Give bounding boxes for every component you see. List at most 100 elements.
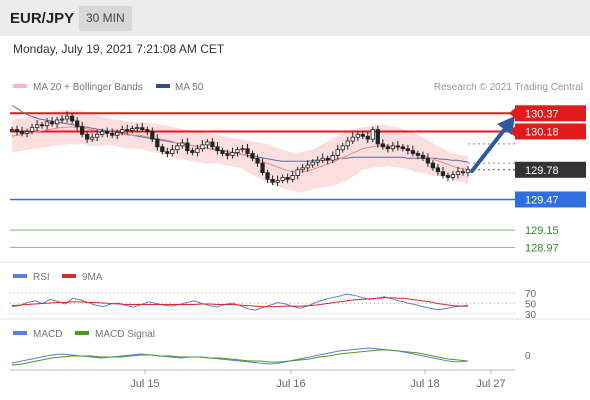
candle-body <box>255 157 260 164</box>
candle-body <box>90 136 95 140</box>
candle-body <box>69 115 75 122</box>
candle-body <box>34 124 40 129</box>
candle-body <box>450 174 456 178</box>
candle-body <box>145 129 150 132</box>
candle-body <box>415 153 421 156</box>
candle-body <box>49 121 55 125</box>
rsi-tick-label: 70 <box>525 289 537 300</box>
candle-body <box>275 179 280 183</box>
macd-panel: 0 <box>11 347 531 366</box>
candle-body <box>14 129 20 132</box>
rsi-ma-line <box>11 297 468 308</box>
candle-body <box>180 142 185 147</box>
candle-body <box>64 115 70 120</box>
candle-body <box>340 145 345 151</box>
legend-macd-signal-label: MACD Signal <box>95 329 155 340</box>
chart-area: Monday, July 19, 2021 7:21:08 AM CET MA … <box>0 42 590 390</box>
candle-body <box>430 162 436 169</box>
candle-body <box>465 169 471 174</box>
candle-body <box>270 178 275 183</box>
candle-body <box>240 148 245 151</box>
candle-body <box>9 129 15 131</box>
candle-body <box>170 149 175 154</box>
candle-body <box>59 118 65 121</box>
candle-body <box>445 175 451 178</box>
candle-body <box>280 177 285 181</box>
candle-body <box>370 129 375 140</box>
time-tick-label: Jul 18 <box>410 378 439 390</box>
time-tick-label: Jul 16 <box>276 378 305 390</box>
interval-button[interactable]: 30 MIN <box>79 6 132 31</box>
candle-body <box>260 162 265 174</box>
price-label-layer: 130.37 130.18 129.78 129.47 129.15 128.97 <box>509 105 586 254</box>
bollinger-band-layer <box>12 109 468 193</box>
candle-body <box>160 146 165 152</box>
candle-body <box>150 131 155 140</box>
candle-body <box>135 127 140 130</box>
candle-body <box>190 150 195 153</box>
legend-macd-swatch <box>13 331 27 335</box>
candle-body <box>195 148 200 153</box>
candle-body <box>110 132 115 136</box>
candle-body <box>265 172 270 180</box>
candle-body <box>230 152 235 156</box>
chart-header: EUR/JPY 30 MIN <box>0 0 590 36</box>
candle-body <box>185 142 190 152</box>
candle-body <box>220 150 225 154</box>
candle-body <box>440 171 446 176</box>
candle-body <box>120 129 125 133</box>
resistance-label: 130.18 <box>525 126 559 138</box>
candle-body <box>165 151 170 154</box>
support-label: 129.15 <box>525 225 559 237</box>
candle-body <box>225 153 230 156</box>
candle-body <box>245 148 250 154</box>
legend-rsi-ma-swatch <box>62 274 76 278</box>
candle-body <box>95 133 100 138</box>
candle-body <box>19 131 25 134</box>
candle-body <box>330 155 335 161</box>
candle-body <box>455 171 461 175</box>
candle-body <box>405 148 411 152</box>
candle-body <box>390 145 395 150</box>
candle-body <box>155 138 160 148</box>
candle-body <box>290 175 295 180</box>
candle-body <box>24 131 30 134</box>
candle-body <box>335 149 340 156</box>
candle-body <box>315 159 320 163</box>
legend-rsi-swatch <box>13 274 27 278</box>
copyright-label: Research © 2021 Trading Central <box>434 82 583 93</box>
candle-body <box>295 169 300 176</box>
candle-body <box>75 120 80 128</box>
candle-body <box>375 129 380 145</box>
candle-body <box>360 133 365 137</box>
rsi-tick-label: 50 <box>525 300 537 311</box>
candle-body <box>420 155 426 159</box>
candle-body <box>130 128 135 131</box>
candle-body <box>425 157 431 164</box>
candle-body <box>29 127 35 132</box>
time-axis-labels: Jul 15 Jul 16 Jul 18 Jul 27 <box>130 370 506 390</box>
candle-body <box>380 143 385 148</box>
price-panel: 130.37 130.18 129.78 129.47 129.15 128.97 <box>9 105 586 254</box>
candle-body <box>125 129 130 131</box>
candle-body <box>210 141 215 148</box>
candle-body <box>300 167 305 171</box>
timestamp-label: Monday, July 19, 2021 7:21:08 AM CET <box>13 42 225 56</box>
candle-body <box>100 131 105 135</box>
candle-body <box>215 146 220 152</box>
candle-body <box>250 153 255 159</box>
symbol-label: EUR/JPY <box>10 10 75 27</box>
legend-rsi-ma-label: 9MA <box>82 272 103 283</box>
candle-body <box>395 145 400 148</box>
resistance-label: 130.37 <box>525 108 559 120</box>
pivot-label: 129.47 <box>525 194 559 206</box>
candle-body <box>410 150 416 154</box>
legend-bollinger-label: MA 20 + Bollinger Bands <box>33 82 143 93</box>
candle-body <box>305 164 310 169</box>
candle-body <box>325 157 330 161</box>
legend-rsi-label: RSI <box>33 272 50 283</box>
candle-body <box>235 149 240 153</box>
candle-body <box>44 121 50 127</box>
candle-body <box>200 144 205 150</box>
candle-body <box>400 146 405 150</box>
